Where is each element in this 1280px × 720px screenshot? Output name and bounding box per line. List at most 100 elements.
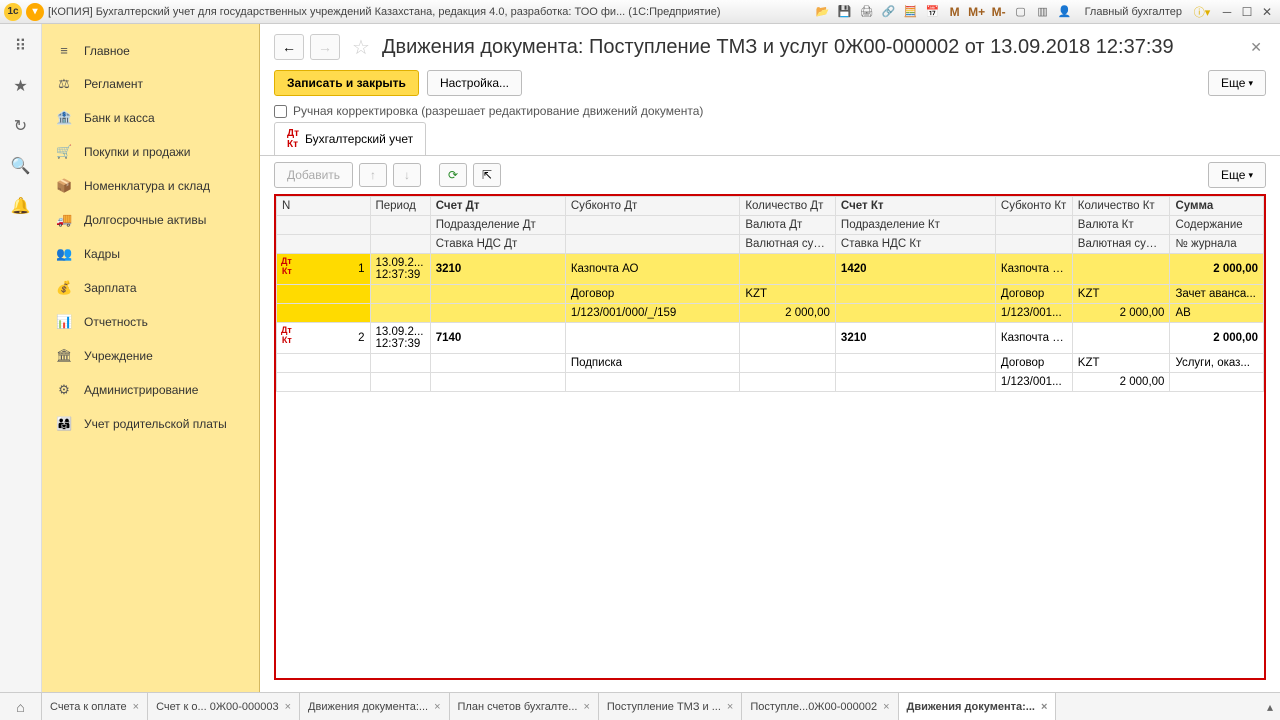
titlebar: 1c ▾ [КОПИЯ] Бухгалтерский учет для госу… bbox=[0, 0, 1280, 24]
col-val-kt[interactable]: Валюта Кт bbox=[1072, 216, 1170, 235]
settings-button[interactable]: Настройка... bbox=[427, 70, 522, 96]
print-icon[interactable]: 🖨 bbox=[859, 4, 875, 20]
open-icon[interactable]: 📂 bbox=[815, 4, 831, 20]
add-button[interactable]: Добавить bbox=[274, 162, 353, 188]
book-icon[interactable]: ▥ bbox=[1035, 4, 1051, 20]
bottom-tab-4[interactable]: Поступление ТМЗ и ...× bbox=[599, 693, 742, 720]
col-period[interactable]: Период bbox=[370, 197, 430, 216]
sidebar-label: Номенклатура и склад bbox=[84, 179, 210, 193]
sidebar-item-5[interactable]: 🚚 Долгосрочные активы bbox=[42, 203, 259, 237]
save-close-button[interactable]: Записать и закрыть bbox=[274, 70, 419, 96]
bottom-tab-1[interactable]: Счет к о... 0Ж00-000003× bbox=[148, 693, 300, 720]
apps-icon[interactable]: ⠿ bbox=[15, 36, 27, 56]
m-icon[interactable]: M bbox=[947, 4, 963, 20]
forward-button[interactable]: → bbox=[310, 34, 340, 60]
calendar-icon[interactable]: 📅 bbox=[925, 4, 941, 20]
link-icon[interactable]: 🔗 bbox=[881, 4, 897, 20]
sidebar-label: Администрирование bbox=[84, 383, 198, 397]
star-icon[interactable]: ★ bbox=[13, 76, 27, 96]
btab-close-icon[interactable]: × bbox=[133, 701, 139, 713]
sidebar-item-4[interactable]: 📦Номенклатура и склад bbox=[42, 169, 259, 203]
col-qty-dt[interactable]: Количество Дт bbox=[740, 197, 836, 216]
table-more-button[interactable]: Еще bbox=[1208, 162, 1266, 188]
col-subk-kt[interactable]: Субконто Кт bbox=[995, 197, 1072, 216]
tab-label: Бухгалтерский учет bbox=[305, 132, 413, 146]
col-soderzh[interactable]: Содержание bbox=[1170, 216, 1264, 235]
m-minus-icon[interactable]: M- bbox=[991, 4, 1007, 20]
close-page-icon[interactable]: ✕ bbox=[1246, 39, 1266, 56]
m-plus-icon[interactable]: M+ bbox=[969, 4, 985, 20]
col-valsum-kt[interactable]: Валютная сумма bbox=[1072, 235, 1170, 254]
bell-icon[interactable]: 🔔 bbox=[11, 196, 31, 216]
sidebar-item-7[interactable]: 💰Зарплата bbox=[42, 271, 259, 305]
sidebar-label: Главное bbox=[84, 44, 130, 58]
tab-accounting[interactable]: ДтКт Бухгалтерский учет bbox=[274, 122, 426, 155]
btab-close-icon[interactable]: × bbox=[883, 701, 889, 713]
col-podr-dt[interactable]: Подразделение Дт bbox=[430, 216, 565, 235]
col-subk-dt[interactable]: Субконто Дт bbox=[565, 197, 740, 216]
manual-edit-checkbox[interactable] bbox=[274, 105, 287, 118]
table-row[interactable]: ДоговорKZTДоговорKZTЗачет аванса... bbox=[277, 285, 1264, 304]
down-button[interactable]: ↓ bbox=[393, 163, 421, 187]
export-button[interactable]: ⇱ bbox=[473, 163, 501, 187]
bottom-tab-0[interactable]: Счета к оплате× bbox=[42, 693, 148, 720]
btab-label: Движения документа:... bbox=[308, 701, 428, 713]
sidebar-item-10[interactable]: ⚙Администрирование bbox=[42, 373, 259, 407]
btab-close-icon[interactable]: × bbox=[1041, 701, 1047, 713]
sidebar-item-11[interactable]: 👨‍👩‍👧Учет родительской платы bbox=[42, 407, 259, 441]
info-icon[interactable]: ⓘ▾ bbox=[1194, 4, 1210, 20]
col-valsum-dt[interactable]: Валютная сумма bbox=[740, 235, 836, 254]
bottom-tab-6[interactable]: Движения документа:...× bbox=[899, 693, 1057, 720]
btab-close-icon[interactable]: × bbox=[583, 701, 589, 713]
sidebar-item-1[interactable]: ⚖Регламент bbox=[42, 67, 259, 101]
user-label[interactable]: Главный бухгалтер bbox=[1085, 6, 1182, 18]
favorite-icon[interactable]: ☆ bbox=[352, 35, 370, 60]
table-row[interactable]: 1/123/001/000/_/1592 000,001/123/001...2… bbox=[277, 304, 1264, 323]
col-sum[interactable]: Сумма bbox=[1170, 197, 1264, 216]
col-podr-kt[interactable]: Подразделение Кт bbox=[835, 216, 995, 235]
search-icon[interactable]: 🔍 bbox=[11, 156, 31, 176]
col-n[interactable]: N bbox=[277, 197, 371, 216]
col-stavka-kt[interactable]: Ставка НДС Кт bbox=[835, 235, 995, 254]
sidebar-item-8[interactable]: 📊Отчетность bbox=[42, 305, 259, 339]
panel-icon[interactable]: ▢ bbox=[1013, 4, 1029, 20]
table-row[interactable]: 1/123/001...2 000,00 bbox=[277, 373, 1264, 392]
sidebar-item-0[interactable]: ≡Главное bbox=[42, 34, 259, 67]
tabs-overflow-icon[interactable]: ▴ bbox=[1260, 693, 1280, 720]
btab-close-icon[interactable]: × bbox=[285, 701, 291, 713]
table-row[interactable]: ПодпискаДоговорKZTУслуги, оказ... bbox=[277, 354, 1264, 373]
table-row[interactable]: ДтКт113.09.2...12:37:393210Казпочта АО14… bbox=[277, 254, 1264, 285]
minimize-icon[interactable]: ─ bbox=[1218, 4, 1236, 20]
col-val-dt[interactable]: Валюта Дт bbox=[740, 216, 836, 235]
btab-close-icon[interactable]: × bbox=[434, 701, 440, 713]
refresh-button[interactable]: ⟳ bbox=[439, 163, 467, 187]
home-tab-icon[interactable]: ⌂ bbox=[0, 693, 42, 720]
col-schet-dt[interactable]: Счет Дт bbox=[430, 197, 565, 216]
save-icon[interactable]: 💾 bbox=[837, 4, 853, 20]
up-button[interactable]: ↑ bbox=[359, 163, 387, 187]
sidebar-item-3[interactable]: 🛒Покупки и продажи bbox=[42, 135, 259, 169]
col-qty-kt[interactable]: Количество Кт bbox=[1072, 197, 1170, 216]
sidebar-icon: 🚚 bbox=[56, 212, 72, 228]
sidebar-label: Долгосрочные активы bbox=[84, 213, 206, 227]
sidebar-item-9[interactable]: 🏛Учреждение bbox=[42, 339, 259, 373]
sidebar-label: Кадры bbox=[84, 247, 120, 261]
calc-icon[interactable]: 🧮 bbox=[903, 4, 919, 20]
col-schet-kt[interactable]: Счет Кт bbox=[835, 197, 995, 216]
bottom-tab-2[interactable]: Движения документа:... × bbox=[300, 693, 449, 720]
maximize-icon[interactable]: ☐ bbox=[1238, 4, 1256, 20]
btab-label: План счетов бухгалте... bbox=[458, 701, 578, 713]
dropdown-icon[interactable]: ▾ bbox=[26, 3, 44, 21]
table-row[interactable]: ДтКт213.09.2...12:37:3971403210Казпочта … bbox=[277, 323, 1264, 354]
back-button[interactable]: ← bbox=[274, 34, 304, 60]
history-icon[interactable]: ↻ bbox=[14, 116, 27, 136]
more-button[interactable]: Еще bbox=[1208, 70, 1266, 96]
sidebar-item-6[interactable]: 👥Кадры bbox=[42, 237, 259, 271]
btab-close-icon[interactable]: × bbox=[727, 701, 733, 713]
col-journ[interactable]: № журнала bbox=[1170, 235, 1264, 254]
sidebar-item-2[interactable]: 🏦Банк и касса bbox=[42, 101, 259, 135]
close-icon[interactable]: ✕ bbox=[1258, 4, 1276, 20]
col-stavka-dt[interactable]: Ставка НДС Дт bbox=[430, 235, 565, 254]
bottom-tab-3[interactable]: План счетов бухгалте... × bbox=[450, 693, 599, 720]
bottom-tab-5[interactable]: Поступле...0Ж00-000002× bbox=[742, 693, 898, 720]
